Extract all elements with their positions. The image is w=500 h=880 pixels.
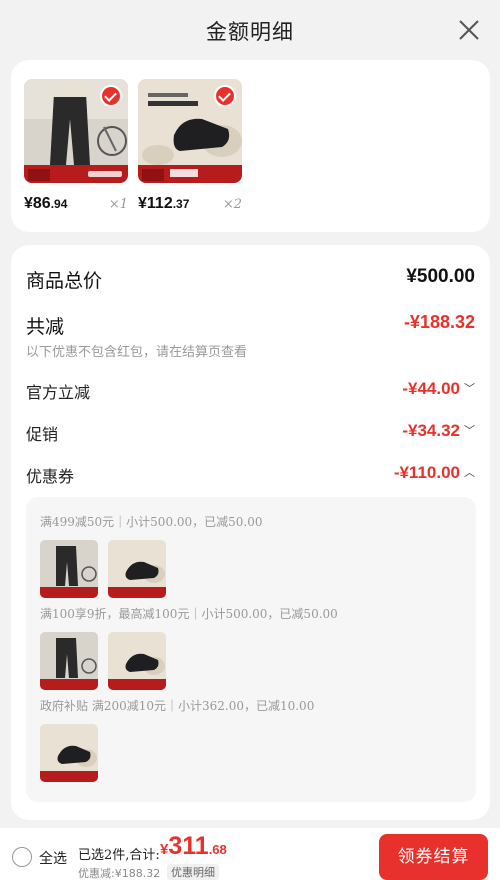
coupon-product-thumb-shoes [40, 724, 98, 782]
header-bar: 金额明细 [0, 0, 500, 60]
total-discount-label: 共减 [26, 316, 65, 338]
chevron-up-icon[interactable]: ︿ [464, 464, 475, 480]
product-quantity: ×1 [108, 197, 128, 212]
coupon-row[interactable]: 优惠券 -¥110.00 ︿ [26, 463, 475, 486]
coupon-rule-1: 满499减50元｜小计500.00，已减50.00 [40, 515, 263, 529]
discount-summary: 优惠减:¥188.32 [78, 867, 161, 880]
price-summary-card: 商品总价 ¥500.00 共减 -¥188.32 以下优惠不包含红包，请在结算页… [11, 245, 490, 820]
close-icon[interactable] [456, 17, 482, 43]
coupon-rule-3: 政府补贴 满200减10元｜小计362.00，已减10.00 [40, 699, 315, 713]
coupon-product-thumb-shoes [108, 632, 166, 690]
coupon-rule-2: 满100享9折，最高减100元｜小计500.00，已减50.00 [40, 607, 338, 621]
products-card: ¥86.94 ×1 ¥112.37 ×2 [11, 60, 490, 232]
promotion-label: 促销 [26, 425, 59, 444]
product-price: ¥112 [138, 195, 173, 212]
official-discount-value-wrap: -¥44.00 ﹀ [402, 379, 475, 399]
product-price-decimal: .37 [172, 197, 190, 211]
select-all-label[interactable]: 全选 [39, 848, 67, 868]
promotion-row[interactable]: 促销 -¥34.32 ﹀ [26, 421, 475, 444]
total-price-row: 商品总价 ¥500.00 [26, 266, 475, 292]
discount-detail-button[interactable]: 优惠明细 [167, 864, 219, 880]
total-integer: 311 [168, 832, 209, 860]
promotion-value: -¥34.32 [402, 421, 460, 440]
coupon-value: -¥110.00 [393, 463, 460, 482]
checkout-bar: 全选 已选2件,合计: ¥311.68 优惠减:¥188.32 优惠明细 领券结… [0, 828, 500, 880]
product-price: ¥86 [24, 195, 51, 212]
product-item[interactable]: ¥86.94 ×1 [24, 79, 128, 212]
official-discount-row[interactable]: 官方立减 -¥44.00 ﹀ [26, 379, 475, 402]
total-price-label: 商品总价 [26, 270, 103, 292]
coupon-value-wrap: -¥110.00 ︿ [394, 463, 475, 483]
discount-note-row: 以下优惠不包含红包，请在结算页查看 [26, 341, 475, 360]
selected-check-icon [100, 85, 122, 107]
coupon-product-thumb-pants [40, 632, 98, 690]
selected-check-icon [214, 85, 236, 107]
chevron-down-icon[interactable]: ﹀ [464, 380, 475, 396]
official-discount-value: -¥44.00 [402, 379, 460, 398]
total-discount-row: 共减 -¥188.32 [26, 312, 475, 338]
coupon-details-panel: 满499减50元｜小计500.00，已减50.00 满100享9折，最高减100… [26, 497, 476, 802]
product-item[interactable]: ¥112.37 ×2 [138, 79, 242, 212]
coupon-product-thumb-shoes [108, 540, 166, 598]
checkout-button[interactable]: 领券结算 [379, 834, 488, 880]
select-all-radio[interactable] [12, 847, 32, 867]
total-price-value: ¥500.00 [406, 266, 475, 287]
coupon-product-thumb-pants [40, 540, 98, 598]
coupon-label: 优惠券 [26, 467, 75, 486]
page-title: 金额明细 [206, 20, 294, 44]
selected-count-text: 已选2件,合计: [78, 848, 160, 863]
total-discount-value: -¥188.32 [403, 312, 475, 332]
discount-note: 以下优惠不包含红包，请在结算页查看 [26, 345, 248, 360]
product-image-pants [24, 79, 128, 183]
total-decimal: .68 [208, 842, 227, 857]
product-quantity: ×2 [222, 197, 242, 212]
product-image-shoes [138, 79, 242, 183]
promotion-value-wrap: -¥34.32 ﹀ [402, 421, 475, 441]
total-amount: ¥311.68 [160, 832, 227, 861]
chevron-down-icon[interactable]: ﹀ [464, 422, 475, 438]
product-price-decimal: .94 [50, 197, 68, 211]
official-discount-label: 官方立减 [26, 383, 91, 402]
